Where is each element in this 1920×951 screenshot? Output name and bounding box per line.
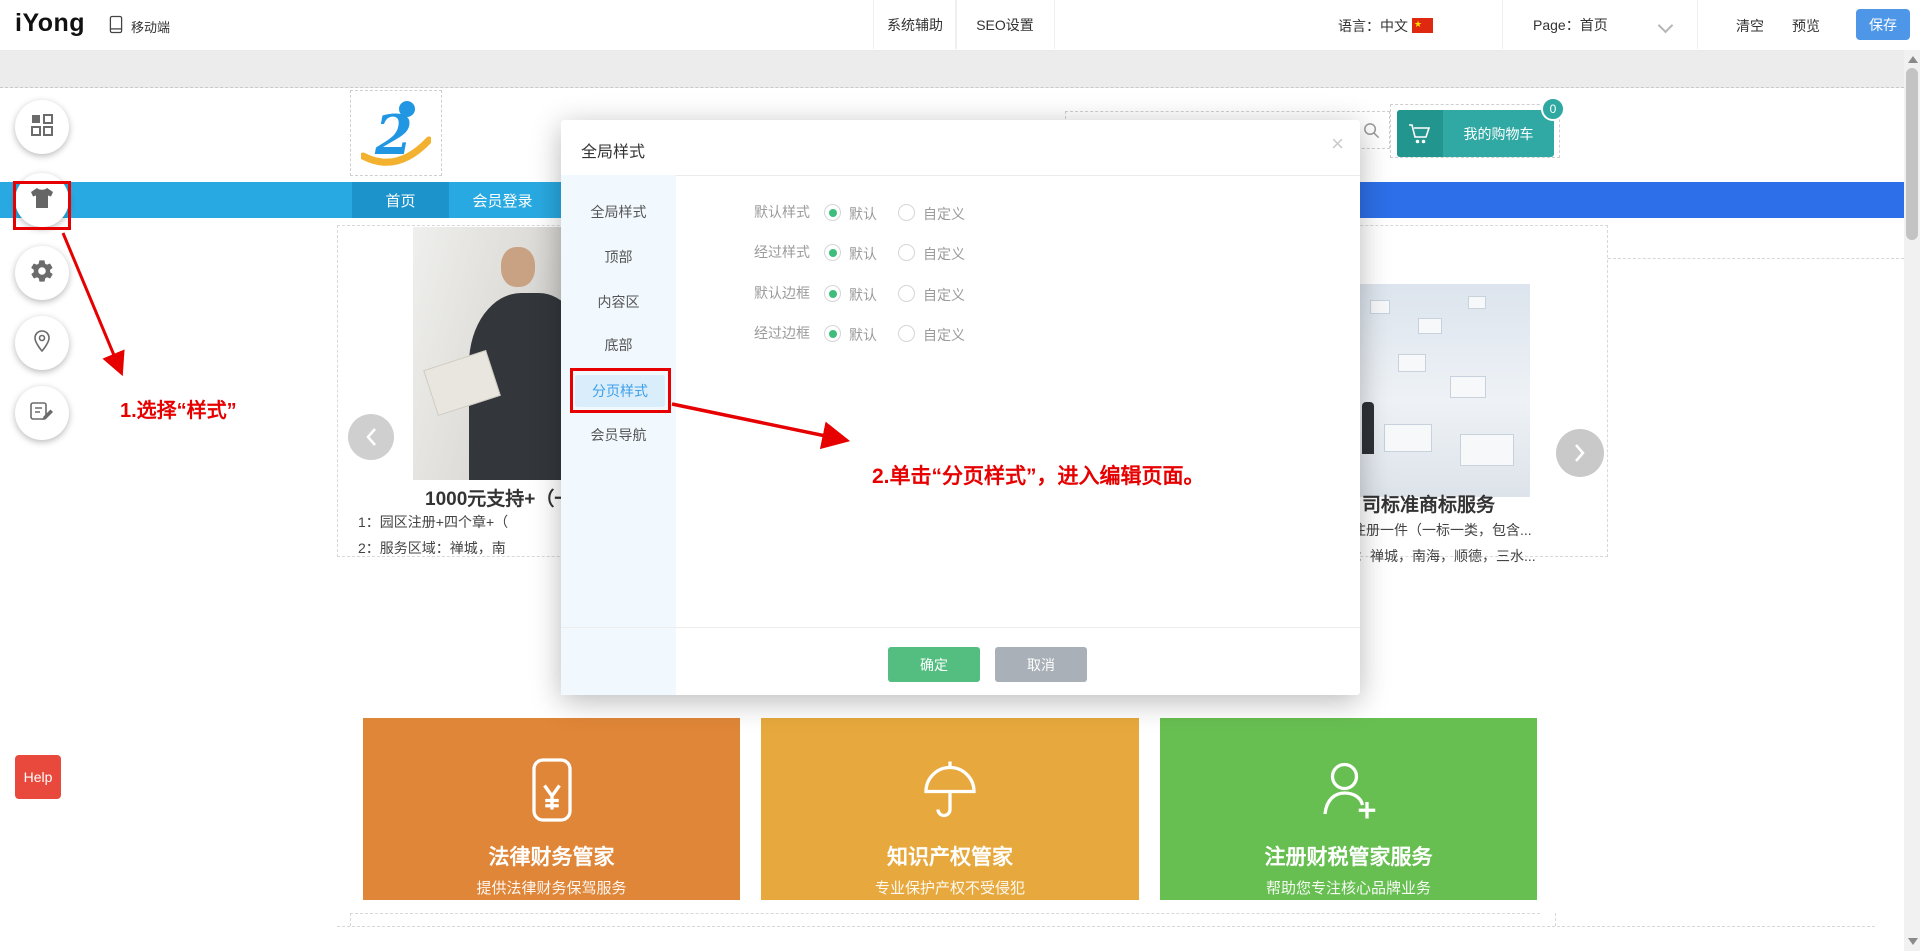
- gear-icon: [29, 258, 55, 289]
- radio-option-label[interactable]: 默认: [849, 325, 877, 345]
- product-line: ：禅城，南海，顺德，三水...: [1356, 548, 1536, 564]
- site-logo[interactable]: 2: [350, 90, 442, 176]
- cart-label: 我的购物车: [1463, 125, 1534, 142]
- radio-default-checked[interactable]: [824, 285, 841, 302]
- radio-option-label[interactable]: 默认: [849, 204, 877, 224]
- radio-custom[interactable]: [898, 325, 915, 342]
- toolbar-layout-button[interactable]: [15, 100, 69, 154]
- scrollbar-up-arrow[interactable]: [1908, 56, 1918, 63]
- cart-count-badge: 0: [1541, 97, 1565, 121]
- dialog-menu-top[interactable]: 顶部: [561, 243, 676, 271]
- cancel-button[interactable]: 取消: [995, 647, 1087, 682]
- dialog-footer-divider: [561, 627, 1360, 628]
- my-cart-button[interactable]: 我的购物车: [1397, 110, 1554, 157]
- carousel-next-button[interactable]: [1556, 429, 1604, 477]
- radio-custom[interactable]: [898, 285, 915, 302]
- section-divider: [350, 913, 1540, 914]
- annotation-highlight-box: [570, 368, 671, 413]
- radio-default-checked[interactable]: [824, 325, 841, 342]
- row-label: 经过样式: [754, 244, 810, 260]
- radio-option-label[interactable]: 自定义: [923, 244, 965, 264]
- clear-button[interactable]: 清空: [1736, 16, 1764, 36]
- toolbar-settings-button[interactable]: [15, 246, 69, 300]
- preview-button[interactable]: 预览: [1792, 16, 1820, 36]
- annotation-highlight-box: [13, 181, 71, 230]
- banner-subtitle: 专业保护产权不受侵犯: [874, 880, 1025, 897]
- section-divider: [1555, 913, 1556, 926]
- row-label: 经过边框: [754, 325, 810, 341]
- banner-tax-registration[interactable]: 注册财税管家服务 帮助您专注核心品牌业务: [1160, 718, 1537, 900]
- radio-custom[interactable]: [898, 244, 915, 261]
- dialog-menu-bottom[interactable]: 底部: [561, 331, 676, 359]
- product-line: 注册一件（一标一类，包含...: [1352, 522, 1532, 538]
- carousel-prev-button[interactable]: [348, 414, 394, 460]
- annotation-step2: 2.单击“分页样式”，进入编辑页面。: [872, 465, 1205, 488]
- section-divider: [1608, 258, 1904, 259]
- welcome-bar: [0, 50, 1904, 88]
- product-title[interactable]: 1000元支持+（一: [425, 484, 573, 511]
- menu-system-assist[interactable]: 系统辅助: [873, 0, 957, 49]
- cart-icon: [1397, 110, 1443, 157]
- top-toolbar: iYong 移动端 系统辅助 SEO设置 语言：中文 ★ Page：首页 清空 …: [0, 0, 1910, 51]
- yuan-document-icon: [516, 754, 588, 831]
- mobile-label: 移动端: [131, 19, 171, 35]
- product-image[interactable]: [1340, 284, 1530, 497]
- dialog-menu-content-area[interactable]: 内容区: [561, 288, 676, 316]
- banner-title: 法律财务管家: [488, 846, 615, 869]
- dialog-menu-global-style[interactable]: 全局样式: [561, 198, 676, 226]
- banner-subtitle: 提供法律财务保驾服务: [476, 880, 627, 897]
- mobile-icon: [108, 14, 124, 38]
- dialog-menu-member-nav[interactable]: 会员导航: [561, 421, 676, 449]
- row-label: 默认样式: [754, 204, 810, 220]
- site-logo-icon: 2: [359, 98, 433, 168]
- dialog-header-divider: [561, 175, 1360, 176]
- row-label: 默认边框: [754, 285, 810, 301]
- radio-custom[interactable]: [898, 204, 915, 221]
- layout-grid-icon: [31, 113, 53, 141]
- menu-seo-settings[interactable]: SEO设置: [955, 0, 1055, 49]
- page-selector-label: Page：首页: [1533, 16, 1608, 33]
- product-line: 1：园区注册+四个章+（: [358, 514, 509, 530]
- annotation-step1: 1.选择“样式”: [120, 400, 237, 422]
- radio-option-label[interactable]: 自定义: [923, 285, 965, 305]
- brand-logo: iYong: [15, 9, 86, 37]
- china-flag-icon: ★: [1412, 18, 1433, 33]
- save-button[interactable]: 保存: [1856, 9, 1910, 40]
- dialog-title: 全局样式: [581, 144, 646, 161]
- language-label: 语言：中文: [1338, 18, 1408, 34]
- section-divider: [337, 926, 1875, 927]
- section-divider: [350, 913, 351, 926]
- radio-option-label[interactable]: 自定义: [923, 204, 965, 224]
- mobile-view-button[interactable]: 移动端: [108, 14, 170, 38]
- banner-subtitle: 帮助您专注核心品牌业务: [1265, 880, 1431, 897]
- scrollbar-down-arrow[interactable]: [1908, 938, 1918, 945]
- location-pin-icon: [30, 329, 54, 358]
- radio-default-checked[interactable]: [824, 204, 841, 221]
- product-line: 2：服务区域：禅城，南: [358, 540, 506, 556]
- search-icon[interactable]: [1362, 121, 1381, 145]
- radio-default-checked[interactable]: [824, 244, 841, 261]
- close-icon[interactable]: ×: [1331, 133, 1344, 155]
- radio-option-label[interactable]: 自定义: [923, 325, 965, 345]
- radio-option-label[interactable]: 默认: [849, 285, 877, 305]
- banner-title: 注册财税管家服务: [1264, 846, 1433, 869]
- help-button[interactable]: Help: [15, 755, 61, 799]
- umbrella-icon: [914, 754, 986, 831]
- edit-note-icon: [29, 399, 55, 428]
- page: iYong 移动端 系统辅助 SEO设置 语言：中文 ★ Page：首页 清空 …: [0, 0, 1920, 951]
- product-title[interactable]: 司标准商标服务: [1362, 490, 1495, 517]
- nav-tab-member-login[interactable]: 会员登录: [449, 182, 556, 218]
- banner-title: 知识产权管家: [887, 846, 1013, 869]
- toolbar-location-button[interactable]: [15, 316, 69, 370]
- global-style-dialog: 全局样式 × 全局样式 顶部 内容区 底部 分页样式 会员导航 默认样式 默认 …: [561, 120, 1360, 695]
- nav-tab-home[interactable]: 首页: [352, 182, 449, 218]
- banner-ip-guard[interactable]: 知识产权管家 专业保护产权不受侵犯: [761, 718, 1139, 900]
- toolbar-edit-button[interactable]: [15, 386, 69, 440]
- radio-option-label[interactable]: 默认: [849, 244, 877, 264]
- scrollbar-thumb[interactable]: [1906, 68, 1918, 240]
- confirm-button[interactable]: 确定: [888, 647, 980, 682]
- add-user-icon: [1313, 754, 1385, 831]
- banner-legal-finance[interactable]: 法律财务管家 提供法律财务保驾服务: [363, 718, 740, 900]
